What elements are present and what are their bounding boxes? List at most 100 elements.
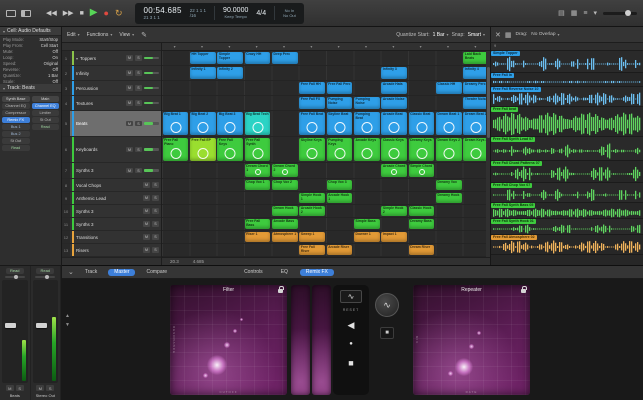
record-button[interactable]: ● (104, 9, 109, 18)
track-header-textures[interactable]: 4TexturesMS (62, 96, 161, 111)
chevron-up-icon[interactable]: ▲ (65, 313, 70, 319)
grid-view-icon[interactable]: ▦ (505, 31, 512, 39)
track-header-vocal-chops[interactable]: 8Vocal ChopsMS (62, 179, 161, 192)
loop-cell[interactable]: Free Fall Perc (327, 82, 353, 94)
browser-icon[interactable]: ≡ (583, 10, 587, 17)
circle-button[interactable]: ● (341, 338, 361, 350)
tab-controls[interactable]: Controls (238, 269, 269, 276)
play-button[interactable]: ▶ (90, 8, 98, 18)
stop-button[interactable]: ■ (80, 10, 84, 17)
lock-icon[interactable] (278, 289, 283, 293)
volume-fader[interactable] (2, 280, 28, 383)
loop-cell[interactable]: Big Beat 1 (163, 112, 189, 135)
master-volume-knob[interactable] (625, 10, 631, 16)
automation-mode-button[interactable]: Read (32, 124, 60, 130)
loop-cell[interactable]: Infinity 3 (381, 67, 407, 79)
loop-cell[interactable]: Arcade Noise (381, 97, 407, 109)
loop-cell[interactable]: Simple Chord (409, 164, 435, 177)
display-icon[interactable] (6, 10, 16, 17)
pan-slider[interactable] (35, 276, 55, 278)
loop-cell[interactable]: Arcade Hats (381, 82, 407, 94)
automation-mode-button[interactable]: Read (36, 268, 54, 274)
mute-button[interactable]: M (126, 85, 133, 91)
automation-mode-button[interactable]: Read (6, 268, 24, 274)
rewind-button[interactable]: ◀◀ (46, 10, 57, 17)
track-header-transitions[interactable]: 12TransitionsMS (62, 231, 161, 244)
smart-controls-icon[interactable]: ▾ (593, 9, 597, 17)
scene-trigger-icon[interactable]: ▾ (201, 44, 203, 49)
list-editors-icon[interactable]: ▤ (558, 9, 565, 17)
solo-button[interactable]: S (152, 221, 159, 227)
loop-cell[interactable]: Chop Vox 3 (327, 180, 353, 190)
mute-button[interactable]: M (126, 121, 133, 127)
solo-button[interactable]: S (135, 100, 142, 106)
track-header-beats[interactable]: 5BeatsMS (62, 111, 161, 137)
snap-select[interactable]: Smart ▾ (468, 32, 485, 38)
loop-cell[interactable]: Arcade Beat (381, 112, 407, 135)
loop-cell[interactable]: Infinity 1 (190, 67, 216, 79)
track-header-synths-3[interactable]: 10Synths 3MS (62, 205, 161, 218)
mute-button[interactable]: M (126, 168, 133, 174)
track-volume-slider[interactable] (144, 148, 159, 151)
cycle-button[interactable]: ↻ (115, 9, 123, 18)
setting-button[interactable]: Synth Base (2, 96, 30, 102)
mute-button[interactable]: M (143, 208, 150, 214)
loop-cell[interactable]: Infinity 2 (217, 67, 243, 79)
track-header-anthemic-lead[interactable]: 9Anthemic LeadMS (62, 192, 161, 205)
group-disclosure-icon[interactable]: ▾ (76, 56, 78, 61)
plugin-slot[interactable]: Channel EQ (2, 103, 30, 109)
loop-cell[interactable]: Dream Hook (272, 206, 298, 216)
filter-xy-pad[interactable]: Filter RESONANCE CUTOFF (170, 285, 287, 395)
loop-cell[interactable]: Free Fall Bass (245, 219, 271, 229)
scene-trigger-icon[interactable]: ▾ (228, 44, 230, 49)
disclosure-triangle-icon[interactable]: ▾ (3, 29, 5, 34)
scene-ruler[interactable]: ▾▾▾▾▾▾▾▾▾▾▾▾ (162, 43, 490, 51)
track-header-risers[interactable]: 13RisersMS (62, 244, 161, 257)
loop-cell[interactable]: Dream Beat 1 (436, 112, 462, 135)
solo-button[interactable]: S (152, 195, 159, 201)
loop-cell[interactable]: Pumping Noise (327, 97, 353, 109)
loop-cell[interactable]: Classic Keys (381, 138, 407, 161)
loop-cell[interactable]: Dream Keys 2 (436, 138, 462, 161)
track-header-keyboards[interactable]: 6KeyboardsMS (62, 137, 161, 163)
plugin-slot[interactable]: Limiter (32, 110, 60, 116)
fx-mode-button[interactable]: ■ (380, 327, 394, 339)
audio-region-row[interactable]: Free Fall Synth Hook 01 (491, 219, 643, 235)
back-button[interactable]: ◀ (341, 317, 361, 333)
loop-cell[interactable]: Skyline Beat (327, 112, 353, 135)
track-header-infinity[interactable]: 2InfinityMS (62, 66, 161, 81)
solo-button[interactable]: S (16, 385, 24, 391)
setting-button[interactable]: Main (32, 96, 60, 102)
tab-eq[interactable]: EQ (275, 269, 294, 276)
plugin-slot[interactable]: Compressor (2, 110, 30, 116)
fx-knob[interactable]: ∿ (375, 293, 399, 317)
loop-cell[interactable]: Downer 1 (354, 232, 380, 242)
loop-cell[interactable]: Free Fall Beat (299, 112, 325, 135)
loop-cell[interactable]: Arcade Chord (381, 164, 407, 177)
mute-button[interactable]: M (6, 385, 14, 391)
mute-button[interactable]: M (36, 385, 44, 391)
audio-region-row[interactable]: Simple Topper (491, 51, 643, 73)
solo-button[interactable]: S (152, 234, 159, 240)
loop-cell[interactable]: Dreamy Vox (436, 180, 462, 190)
forward-button[interactable]: ▶▶ (63, 10, 74, 17)
pan-slider[interactable] (5, 276, 25, 278)
mute-button[interactable]: M (143, 234, 150, 240)
track-header-toppers[interactable]: 1▾ToppersMS (62, 51, 161, 66)
fader-cap[interactable] (36, 323, 47, 328)
loop-cell[interactable]: Simple Hook 2 (381, 206, 407, 216)
loop-cell[interactable]: Deep Perc (272, 52, 298, 64)
loop-cell[interactable]: Big Beat 3 (217, 112, 243, 135)
loop-cell[interactable]: HH Topper (190, 52, 216, 64)
loop-cell[interactable]: Arcade Hook 1 (327, 193, 353, 203)
mute-button[interactable]: M (126, 70, 133, 76)
audio-region-row[interactable]: Free Fall Synth Lead 07 (491, 137, 643, 161)
tab-track[interactable]: Track (79, 269, 103, 276)
track-volume-slider[interactable] (144, 122, 159, 125)
automation-mode-button[interactable]: Read (2, 145, 30, 151)
audio-region-row[interactable]: Free Fall Chop Vox 07 (491, 183, 643, 203)
view-menu[interactable]: View ▾ (119, 32, 134, 38)
track-header-synths-3[interactable]: 7Synths 3MS (62, 163, 161, 179)
scene-trigger-icon[interactable]: ▾ (338, 44, 340, 49)
solo-button[interactable]: S (152, 182, 159, 188)
